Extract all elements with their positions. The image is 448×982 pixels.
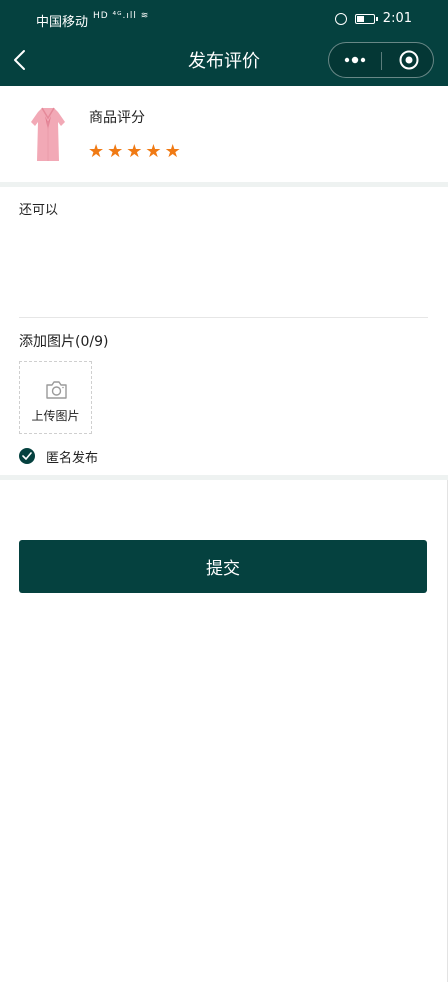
star-icon[interactable]: ★ xyxy=(145,142,161,162)
review-textarea[interactable]: 还可以 xyxy=(19,199,427,315)
star-icon[interactable]: ★ xyxy=(126,142,142,162)
section-divider xyxy=(0,475,448,480)
submit-button[interactable]: 提交 xyxy=(19,540,427,593)
status-time: 2:01 xyxy=(382,11,412,26)
header: 中国移动 HD ⁴ᴳ.ıll ≋ 2:01 发布评价 xyxy=(0,0,448,86)
anonymous-label: 匿名发布 xyxy=(46,450,99,466)
upload-label: 上传图片 xyxy=(31,409,80,423)
anonymous-toggle[interactable]: 匿名发布 xyxy=(19,447,99,466)
star-icon[interactable]: ★ xyxy=(88,142,104,162)
close-button[interactable] xyxy=(382,43,434,77)
battery-icon xyxy=(354,13,378,24)
more-dots-icon xyxy=(344,56,366,64)
divider xyxy=(19,317,428,318)
status-bar: 中国移动 HD ⁴ᴳ.ıll ≋ 2:01 xyxy=(0,0,448,36)
alarm-icon xyxy=(334,12,347,25)
checkmark-icon[interactable] xyxy=(19,448,35,464)
more-button[interactable] xyxy=(329,43,381,77)
signal-icons: HD ⁴ᴳ.ıll ≋ xyxy=(93,11,150,21)
star-rating[interactable]: ★ ★ ★ ★ ★ xyxy=(88,142,181,162)
status-right: 2:01 xyxy=(334,11,412,26)
product-rating-section: 商品评分 ★ ★ ★ ★ ★ xyxy=(0,86,448,182)
upload-photo-button[interactable]: 上传图片 xyxy=(19,361,92,434)
star-icon[interactable]: ★ xyxy=(107,142,123,162)
rating-label: 商品评分 xyxy=(89,110,145,126)
camera-icon xyxy=(46,381,67,399)
carrier-name: 中国移动 xyxy=(36,15,89,30)
add-photo-label: 添加图片(0/9) xyxy=(19,334,109,350)
review-section: 还可以 添加图片(0/9) 上传图片 匿名发布 xyxy=(0,187,448,475)
product-image xyxy=(31,107,65,161)
target-circle-icon xyxy=(399,50,419,70)
mini-program-capsule xyxy=(328,42,434,78)
star-icon[interactable]: ★ xyxy=(165,142,181,162)
